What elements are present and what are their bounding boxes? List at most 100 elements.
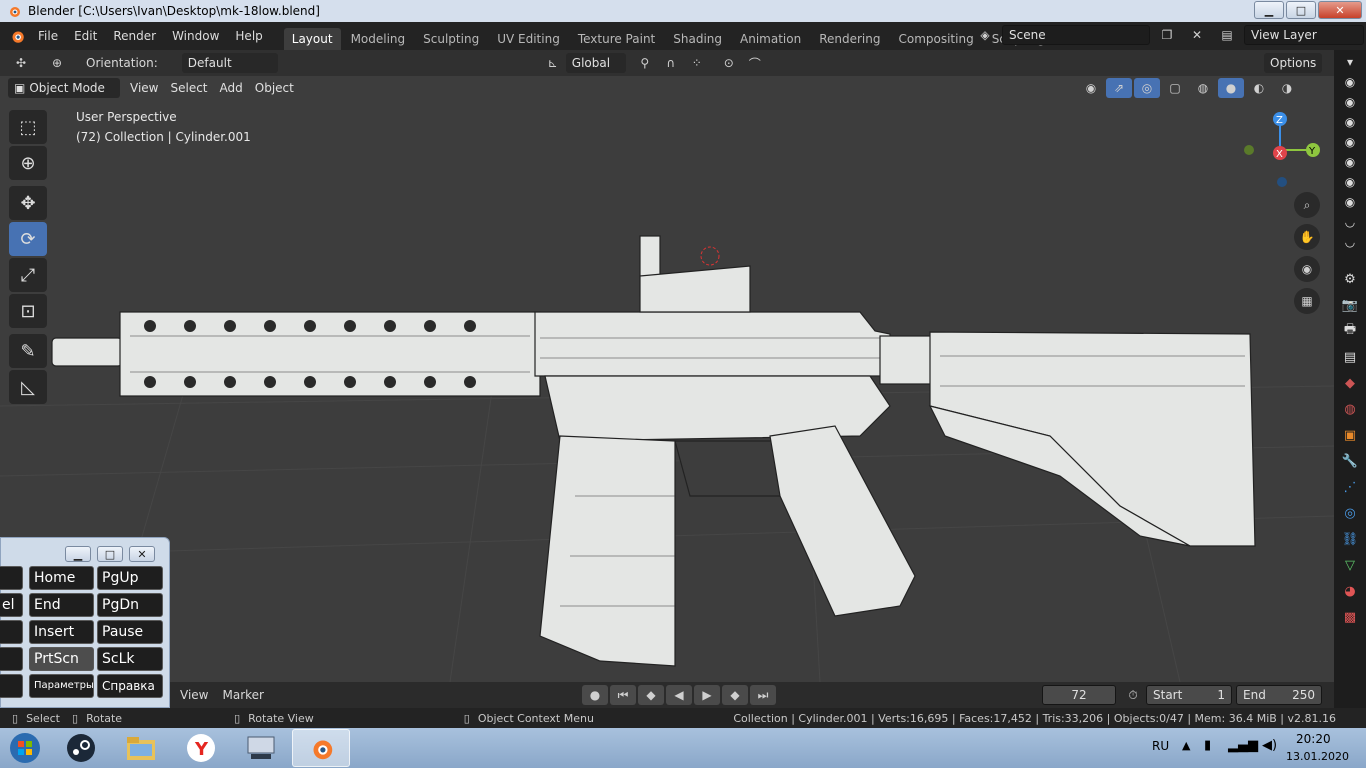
menu-render[interactable]: Render — [105, 22, 164, 50]
tab-animation[interactable]: Animation — [732, 28, 809, 50]
osk-key-del-partial[interactable]: el — [0, 593, 23, 617]
tab-shading[interactable]: Shading — [665, 28, 730, 50]
camera-icon[interactable]: ◉ — [1294, 256, 1320, 282]
menu-help[interactable]: Help — [227, 22, 270, 50]
object-properties-icon[interactable]: ▣ — [1334, 422, 1366, 448]
shading-material-icon[interactable]: ◐ — [1246, 78, 1272, 98]
zoom-icon[interactable]: ⌕ — [1294, 192, 1320, 218]
shading-solid-icon[interactable]: ● — [1218, 78, 1244, 98]
3d-viewport[interactable]: User Perspective (72) Collection | Cylin… — [0, 76, 1334, 682]
tab-sculpting[interactable]: Sculpting — [415, 28, 487, 50]
mode-dropdown[interactable]: ▣ Object Mode — [8, 78, 120, 98]
scene-new-icon[interactable]: ❐ — [1154, 25, 1180, 45]
language-indicator[interactable]: RU — [1152, 739, 1169, 753]
snap-grid-icon[interactable]: ⁘ — [684, 53, 710, 73]
jump-start-icon[interactable]: ⏮ — [610, 685, 636, 705]
osk-key-end[interactable]: End — [29, 593, 94, 617]
eye-icon[interactable]: ◉ — [1334, 152, 1366, 172]
tab-compositing[interactable]: Compositing — [890, 28, 981, 50]
timeline-marker-menu[interactable]: Marker — [222, 688, 263, 702]
filter-icon[interactable]: ▾ — [1334, 52, 1366, 72]
view-layer-properties-icon[interactable]: ▤ — [1334, 344, 1366, 370]
cursor-tool-icon[interactable]: ⊕ — [9, 146, 47, 180]
minimize-button[interactable]: ▁ — [1254, 1, 1284, 19]
select-box-tool-icon[interactable]: ⬚ — [9, 110, 47, 144]
blender-taskbar-icon[interactable] — [292, 729, 350, 767]
tab-modeling[interactable]: Modeling — [343, 28, 414, 50]
osk-maximize-button[interactable]: □ — [97, 546, 123, 562]
osk-key-partial[interactable] — [0, 566, 23, 590]
snap-icon[interactable]: ⚲ — [632, 53, 658, 73]
osk-key-home[interactable]: Home — [29, 566, 94, 590]
add-menu[interactable]: Add — [214, 78, 249, 98]
render-properties-icon[interactable]: 📷 — [1334, 292, 1366, 318]
osk-minimize-button[interactable]: ▁ — [65, 546, 91, 562]
transform-orientation-dropdown[interactable]: Global — [565, 53, 626, 73]
eye-icon[interactable]: ◉ — [1334, 112, 1366, 132]
scene-icon[interactable]: ◈ — [972, 25, 998, 45]
tray-expand-icon[interactable]: ▲ — [1182, 739, 1190, 752]
tool-settings-icon[interactable]: ⚙ — [1334, 266, 1366, 292]
stopwatch-icon[interactable]: ⏱ — [1120, 685, 1146, 705]
tab-texture-paint[interactable]: Texture Paint — [570, 28, 663, 50]
menu-window[interactable]: Window — [164, 22, 227, 50]
end-frame-field[interactable]: End 250 — [1236, 685, 1322, 705]
close-button[interactable]: ✕ — [1318, 1, 1362, 19]
blender-menu-icon[interactable] — [8, 27, 26, 45]
overlay-toggle-icon[interactable]: ◎ — [1134, 78, 1160, 98]
output-properties-icon[interactable]: 🖶 — [1334, 318, 1366, 344]
file-explorer-icon[interactable] — [112, 729, 170, 767]
tab-layout[interactable]: Layout — [283, 28, 341, 50]
yandex-browser-icon[interactable]: Y — [172, 729, 230, 767]
scene-properties-icon[interactable]: ◆ — [1334, 370, 1366, 396]
visibility-icon[interactable]: ◉ — [1078, 78, 1104, 98]
record-icon[interactable]: ● — [582, 685, 608, 705]
eye-icon[interactable]: ◉ — [1334, 172, 1366, 192]
scene-remove-icon[interactable]: ✕ — [1184, 25, 1210, 45]
particles-properties-icon[interactable]: ⋰ — [1334, 474, 1366, 500]
view-layer-icon[interactable]: ▤ — [1214, 25, 1240, 45]
gizmo-toggle-icon[interactable]: ⇗ — [1106, 78, 1132, 98]
xray-icon[interactable]: ▢ — [1162, 78, 1188, 98]
view-layer-field[interactable]: View Layer — [1244, 25, 1364, 45]
rotate-tool-icon[interactable]: ⟳ — [9, 222, 47, 256]
play-icon[interactable]: ▶ — [694, 685, 720, 705]
annotate-tool-icon[interactable]: ✎ — [9, 334, 47, 368]
start-frame-field[interactable]: Start 1 — [1146, 685, 1232, 705]
prev-keyframe-icon[interactable]: ◆ — [638, 685, 664, 705]
options-dropdown[interactable]: Options — [1264, 53, 1323, 73]
editor-type-icon[interactable]: ✣ — [8, 53, 34, 73]
falloff-icon[interactable]: ⌒ — [742, 53, 768, 73]
grid-view-icon[interactable]: ▦ — [1294, 288, 1320, 314]
osk-key-pgup[interactable]: PgUp — [97, 566, 163, 590]
next-keyframe-icon[interactable]: ◆ — [722, 685, 748, 705]
osk-key-insert[interactable]: Insert — [29, 620, 94, 644]
view-menu[interactable]: View — [124, 78, 164, 98]
osk-key-pgdn[interactable]: PgDn — [97, 593, 163, 617]
steam-icon[interactable] — [52, 729, 110, 767]
material-properties-icon[interactable]: ◕ — [1334, 578, 1366, 604]
scene-field[interactable]: Scene — [1002, 25, 1150, 45]
data-properties-icon[interactable]: ▽ — [1334, 552, 1366, 578]
timeline-view-menu[interactable]: View — [180, 688, 208, 702]
select-menu[interactable]: Select — [164, 78, 213, 98]
current-frame-field[interactable]: 72 — [1042, 685, 1116, 705]
transform-pivot-icon[interactable]: ⊕ — [44, 53, 70, 73]
shading-wireframe-icon[interactable]: ◍ — [1190, 78, 1216, 98]
texture-properties-icon[interactable]: ▩ — [1334, 604, 1366, 630]
eye-icon[interactable]: ◉ — [1334, 72, 1366, 92]
osk-key-pause[interactable]: Pause — [97, 620, 163, 644]
clock-date[interactable]: 13.01.2020 — [1286, 750, 1349, 763]
measure-tool-icon[interactable]: ◺ — [9, 370, 47, 404]
play-reverse-icon[interactable]: ◀ — [666, 685, 692, 705]
eye-icon[interactable]: ◉ — [1334, 132, 1366, 152]
transform-tool-icon[interactable]: ⊡ — [9, 294, 47, 328]
move-tool-icon[interactable]: ✥ — [9, 186, 47, 220]
menu-edit[interactable]: Edit — [66, 22, 105, 50]
network-signal-icon[interactable]: ▂▄▆ — [1228, 738, 1258, 753]
osk-key-sclk[interactable]: ScLk — [97, 647, 163, 671]
osk-close-button[interactable]: ✕ — [129, 546, 155, 562]
orientation-dropdown[interactable]: Default — [181, 53, 278, 73]
pan-hand-icon[interactable]: ✋ — [1294, 224, 1320, 250]
physics-properties-icon[interactable]: ◎ — [1334, 500, 1366, 526]
